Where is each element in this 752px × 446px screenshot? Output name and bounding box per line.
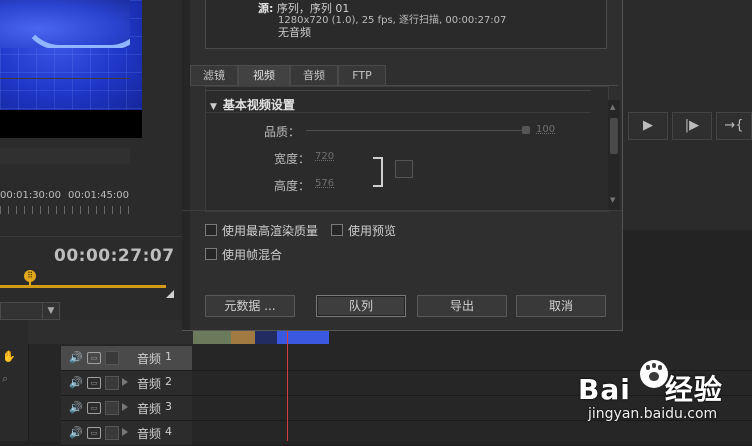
- export-button[interactable]: 导出: [417, 295, 507, 317]
- playhead-stem: [29, 281, 31, 286]
- speaker-icon[interactable]: 🔊: [69, 376, 83, 389]
- lock-toggle[interactable]: [105, 376, 119, 390]
- source-video-info: 1280x720 (1.0), 25 fps, 逐行扫描, 00:00:27:0…: [278, 15, 507, 26]
- height-label: 高度：: [274, 179, 311, 193]
- quality-slider[interactable]: [306, 130, 526, 131]
- settings-tabs: 滤镜 视频 音频 FTP: [190, 65, 618, 86]
- collapse-triangle-icon: ▼: [210, 102, 217, 112]
- sync-lock-icon[interactable]: ▭: [87, 352, 101, 364]
- ruler-time-label: 00:01:45:00: [68, 190, 130, 201]
- zoom-tool-icon[interactable]: ⌕: [2, 372, 16, 386]
- frame-blending-label: 使用帧混合: [222, 248, 283, 262]
- speaker-icon[interactable]: 🔊: [69, 401, 83, 414]
- tab-ftp[interactable]: FTP: [338, 65, 386, 85]
- height-value[interactable]: 576: [315, 178, 334, 189]
- expand-triangle-icon[interactable]: [122, 428, 128, 436]
- watermark-text-b: 经验: [664, 373, 723, 406]
- expand-triangle-icon[interactable]: [122, 403, 128, 411]
- clip-thumbnail[interactable]: [231, 330, 255, 344]
- play-button[interactable]: ▶: [628, 112, 668, 140]
- track-number: 2: [165, 375, 172, 388]
- chevron-down-icon: ▼: [42, 303, 59, 319]
- source-label: 源:: [258, 2, 274, 15]
- metadata-button[interactable]: 元数据 ...: [205, 295, 295, 317]
- clip-thumbnail[interactable]: [193, 330, 231, 344]
- clip-thumbnail[interactable]: [277, 330, 329, 344]
- sync-lock-icon[interactable]: ▭: [87, 377, 101, 389]
- track-number: 1: [165, 350, 172, 363]
- scrollbar-thumb[interactable]: [610, 118, 618, 154]
- tab-audio[interactable]: 音频: [290, 65, 338, 85]
- hand-tool-icon[interactable]: ✋: [2, 350, 16, 364]
- track-header: 🔊 ▭ 音频 1: [61, 346, 192, 370]
- constrain-proportions-toggle[interactable]: [395, 160, 413, 178]
- width-label: 宽度：: [274, 152, 311, 166]
- lock-toggle[interactable]: [105, 426, 119, 440]
- sync-lock-icon[interactable]: ▭: [87, 402, 101, 414]
- dialog-footer-rule: [182, 210, 622, 211]
- track-header: 🔊 ▭ 音频 2: [61, 371, 192, 395]
- width-value[interactable]: 720: [315, 151, 334, 162]
- go-to-out-button[interactable]: →{: [716, 112, 752, 140]
- use-preview-checkbox[interactable]: [331, 224, 343, 236]
- settings-scrollbar[interactable]: [608, 100, 620, 210]
- speaker-icon[interactable]: 🔊: [69, 351, 83, 364]
- monitor-divider: [0, 236, 182, 237]
- basic-video-settings-header[interactable]: ▼ 基本视频设置: [210, 96, 295, 113]
- lock-toggle[interactable]: [105, 401, 119, 415]
- frame-blending-checkbox[interactable]: [205, 248, 217, 260]
- ruler-time-label: 00:01:30:00: [0, 190, 62, 201]
- dialog-left-edge: [182, 0, 190, 330]
- track-header: 🔊 ▭ 音频 3: [61, 396, 192, 420]
- track-label: 音频: [137, 352, 162, 366]
- baidu-paw-logo-icon: [640, 360, 668, 388]
- quality-slider-knob[interactable]: [522, 126, 530, 134]
- max-render-quality-label: 使用最高渲染质量: [222, 224, 319, 238]
- track-label: 音频: [137, 377, 162, 391]
- quality-value[interactable]: 100: [536, 124, 555, 135]
- right-divider: [0, 78, 130, 79]
- track-number: 4: [165, 425, 172, 438]
- queue-button[interactable]: 队列: [316, 295, 406, 317]
- scrub-bar[interactable]: [0, 285, 166, 288]
- watermark-text-a: Bai: [578, 373, 631, 406]
- max-render-quality-checkbox[interactable]: [205, 224, 217, 236]
- panel-rule: [205, 90, 591, 91]
- watermark-url: jingyan.baidu.com: [588, 406, 718, 422]
- scroll-down-icon[interactable]: ▼: [610, 196, 615, 204]
- step-forward-button[interactable]: |▶: [672, 112, 712, 140]
- video-track-area: [28, 320, 193, 344]
- tab-video[interactable]: 视频: [238, 65, 290, 86]
- clip-thumbnail[interactable]: [255, 330, 277, 344]
- expand-triangle-icon[interactable]: [122, 378, 128, 386]
- swoosh-graphic-icon: [20, 0, 130, 48]
- quality-label: 品质：: [264, 125, 301, 139]
- scrub-end-marker-icon: [166, 290, 174, 298]
- time-ruler[interactable]: [0, 206, 130, 214]
- tab-filters[interactable]: 滤镜: [190, 65, 238, 85]
- speaker-icon[interactable]: 🔊: [69, 426, 83, 439]
- right-video-preview: [0, 0, 130, 48]
- section-title: 基本视频设置: [222, 98, 295, 112]
- audio-track-4[interactable]: 🔊 ▭ 音频 4: [61, 421, 752, 446]
- cancel-button[interactable]: 取消: [516, 295, 606, 317]
- sync-lock-icon[interactable]: ▭: [87, 427, 101, 439]
- tools-panel: ✋ ⌕: [0, 320, 29, 441]
- track-label: 音频: [137, 427, 162, 441]
- lock-toggle[interactable]: [105, 351, 119, 365]
- track-header: 🔊 ▭ 音频 4: [61, 421, 192, 445]
- panel-rule: [205, 112, 591, 113]
- timeline-playhead-line[interactable]: [287, 330, 288, 441]
- track-label: 音频: [137, 402, 162, 416]
- fit-dropdown[interactable]: ▼: [0, 302, 60, 320]
- aspect-link-bracket-icon: [373, 157, 383, 187]
- track-number: 3: [165, 400, 172, 413]
- use-preview-label: 使用预览: [348, 224, 397, 238]
- timeline-tab-strip: [0, 148, 130, 164]
- program-timecode: 00:00:27:07: [54, 246, 175, 266]
- scroll-up-icon[interactable]: ▲: [610, 103, 615, 111]
- source-audio-info: 无音频: [278, 26, 311, 39]
